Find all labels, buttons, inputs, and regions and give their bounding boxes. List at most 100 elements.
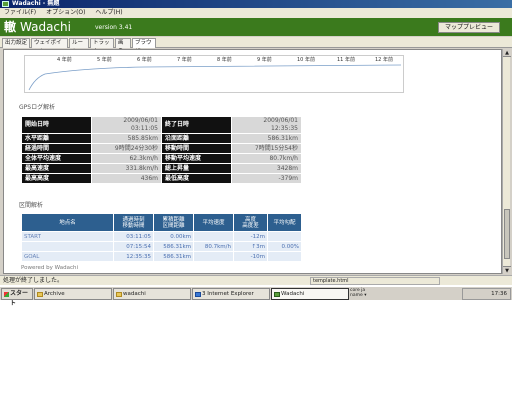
value-min-altitude: -379m xyxy=(231,173,302,184)
tab-browser[interactable]: ブラウザ xyxy=(132,38,156,55)
table-row: 全体平均速度 62.3km/h 移動平均速度 80.7km/h xyxy=(21,153,302,164)
vertical-scrollbar[interactable]: ▲ ▼ xyxy=(502,49,511,274)
tab-waypoint[interactable]: ウェイポイント xyxy=(31,38,68,55)
cell-point: GOAL xyxy=(21,251,114,262)
status-text: 処理が終了しました。 xyxy=(3,277,64,284)
value-max-altitude: 436m xyxy=(91,173,162,184)
table-header-row: 地点名 通過時刻 移動時間 累積距離 区間距離 平均速度 高度 高度差 平均勾配 xyxy=(21,213,302,232)
cell-gradient: 0.00% xyxy=(267,241,302,252)
cell-distance: 586.31km xyxy=(153,241,194,252)
table-row: 最高速度 331.8km/h 総上昇量 3428m xyxy=(21,163,302,174)
label-surface-distance: 沿面距離 xyxy=(161,133,232,144)
task-wadachi-app[interactable]: Wadachi xyxy=(271,288,349,300)
cell-speed: 80.7km/h xyxy=(193,241,234,252)
value-max-speed: 331.8km/h xyxy=(91,163,162,174)
label-horizontal-distance: 水平距離 xyxy=(21,133,92,144)
scroll-up-icon[interactable]: ▲ xyxy=(503,49,511,57)
col-altitude: 高度 高度差 xyxy=(233,213,268,232)
menu-bar: ファイル(F) オプション(O) ヘルプ(H) xyxy=(0,8,512,18)
folder-icon xyxy=(37,292,43,297)
gps-section-title: GPSログ解析 xyxy=(19,104,56,111)
col-distance: 累積距離 区間距離 xyxy=(153,213,194,232)
col-avg-speed: 平均速度 xyxy=(193,213,234,232)
app-banner: 轍 Wadachi version 3.41 マッププレビュー xyxy=(0,18,512,36)
table-row: 開始日時 2009/06/01 03:11:05 終了日時 2009/06/01… xyxy=(21,116,302,134)
cell-time: 07:15:54 xyxy=(113,241,154,252)
cell-speed xyxy=(193,251,234,262)
task-label: Archive xyxy=(44,291,65,297)
table-row: START 03:11:05 0.00km -12m xyxy=(21,231,302,242)
section-analysis-table: 地点名 通過時刻 移動時間 累積距離 区間距離 平均速度 高度 高度差 平均勾配… xyxy=(21,213,302,262)
scroll-down-icon[interactable]: ▼ xyxy=(503,266,511,274)
start-label: スタート xyxy=(10,290,29,307)
tab-image[interactable]: 画像 xyxy=(115,38,131,55)
scroll-thumb[interactable] xyxy=(504,209,510,259)
powered-by-label: Powered by Wadachi xyxy=(21,265,78,271)
table-row: 水平距離 585.85km 沿面距離 586.31km xyxy=(21,133,302,144)
cell-time: 03:11:05 xyxy=(113,231,154,242)
cell-time: 12:35:35 xyxy=(113,251,154,262)
label-start-time: 開始日時 xyxy=(21,116,92,134)
tab-bar: 出力設定 ウェイポイント ルート トラック 画像 ブラウザ xyxy=(0,37,512,55)
label-max-altitude: 最高高度 xyxy=(21,173,92,184)
tab-track[interactable]: トラック xyxy=(90,38,114,55)
col-point-name: 地点名 xyxy=(21,213,114,232)
cell-altitude: -12m xyxy=(233,231,268,242)
cell-gradient xyxy=(267,251,302,262)
table-row: 最高高度 436m 最低高度 -379m xyxy=(21,173,302,184)
value-elapsed-time: 9時間24分30秒 xyxy=(91,143,162,154)
cell-altitude: -10m xyxy=(233,251,268,262)
map-preview-button[interactable]: マッププレビュー xyxy=(437,22,500,33)
task-label: wadachi xyxy=(123,291,146,297)
label-end-time: 終了日時 xyxy=(161,116,232,134)
cell-point: START xyxy=(21,231,114,242)
label-elapsed-time: 経過時間 xyxy=(21,143,92,154)
tab-route[interactable]: ルート xyxy=(69,38,89,55)
graph-line xyxy=(28,64,402,91)
section-analysis-title: 区間解析 xyxy=(19,202,44,209)
value-moving-avg-speed: 80.7km/h xyxy=(231,153,302,164)
value-start-time: 2009/06/01 03:11:05 xyxy=(91,116,162,134)
system-tray: 17:36 xyxy=(462,288,511,300)
task-archive[interactable]: Archive xyxy=(34,288,112,300)
col-passing-time: 通過時刻 移動時間 xyxy=(113,213,154,232)
value-horizontal-distance: 585.85km xyxy=(91,133,162,144)
clock: 17:36 xyxy=(491,291,507,297)
status-url: template.html xyxy=(310,277,440,285)
value-end-time: 2009/06/01 12:35:35 xyxy=(231,116,302,134)
menu-file[interactable]: ファイル(F) xyxy=(0,8,40,18)
version-label: version 3.41 xyxy=(95,24,133,31)
tab-output-settings[interactable]: 出力設定 xyxy=(2,38,30,48)
logo-kanji: 轍 xyxy=(4,20,17,34)
taskbar: スタート Archive wadachi 3 Internet Explorer… xyxy=(0,286,512,307)
label-moving-time: 移動時間 xyxy=(161,143,232,154)
col-avg-gradient: 平均勾配 xyxy=(267,213,302,232)
task-wadachi-folder[interactable]: wadachi xyxy=(113,288,191,300)
cell-speed xyxy=(193,231,234,242)
language-bar[interactable]: core ja name ▾ xyxy=(350,288,366,298)
task-label: Wadachi xyxy=(281,291,305,297)
menu-options[interactable]: オプション(O) xyxy=(42,8,89,18)
value-surface-distance: 586.31km xyxy=(231,133,302,144)
table-row: 経過時間 9時間24分30秒 移動時間 7時間15分54秒 xyxy=(21,143,302,154)
logo-name: Wadachi xyxy=(20,20,71,34)
menu-help[interactable]: ヘルプ(H) xyxy=(91,8,126,18)
wadachi-icon xyxy=(274,292,280,297)
app-icon xyxy=(2,1,9,7)
cell-distance: 586.31km xyxy=(153,251,194,262)
label-total-ascent: 総上昇量 xyxy=(161,163,232,174)
label-moving-avg-speed: 移動平均速度 xyxy=(161,153,232,164)
app-window: Wadachi - 無題 ファイル(F) オプション(O) ヘルプ(H) 轍 W… xyxy=(0,0,512,285)
value-moving-time: 7時間15分54秒 xyxy=(231,143,302,154)
start-button[interactable]: スタート xyxy=(1,288,33,307)
cell-altitude: ↑3m xyxy=(233,241,268,252)
cell-point xyxy=(21,241,114,252)
task-internet-explorer[interactable]: 3 Internet Explorer xyxy=(192,288,270,300)
table-row: 07:15:54 586.31km 80.7km/h ↑3m 0.00% xyxy=(21,241,302,252)
task-label: 3 Internet Explorer xyxy=(202,291,254,297)
cell-gradient xyxy=(267,231,302,242)
gps-summary-table: 開始日時 2009/06/01 03:11:05 終了日時 2009/06/01… xyxy=(21,116,302,184)
cell-distance: 0.00km xyxy=(153,231,194,242)
label-max-speed: 最高速度 xyxy=(21,163,92,174)
value-overall-avg-speed: 62.3km/h xyxy=(91,153,162,164)
